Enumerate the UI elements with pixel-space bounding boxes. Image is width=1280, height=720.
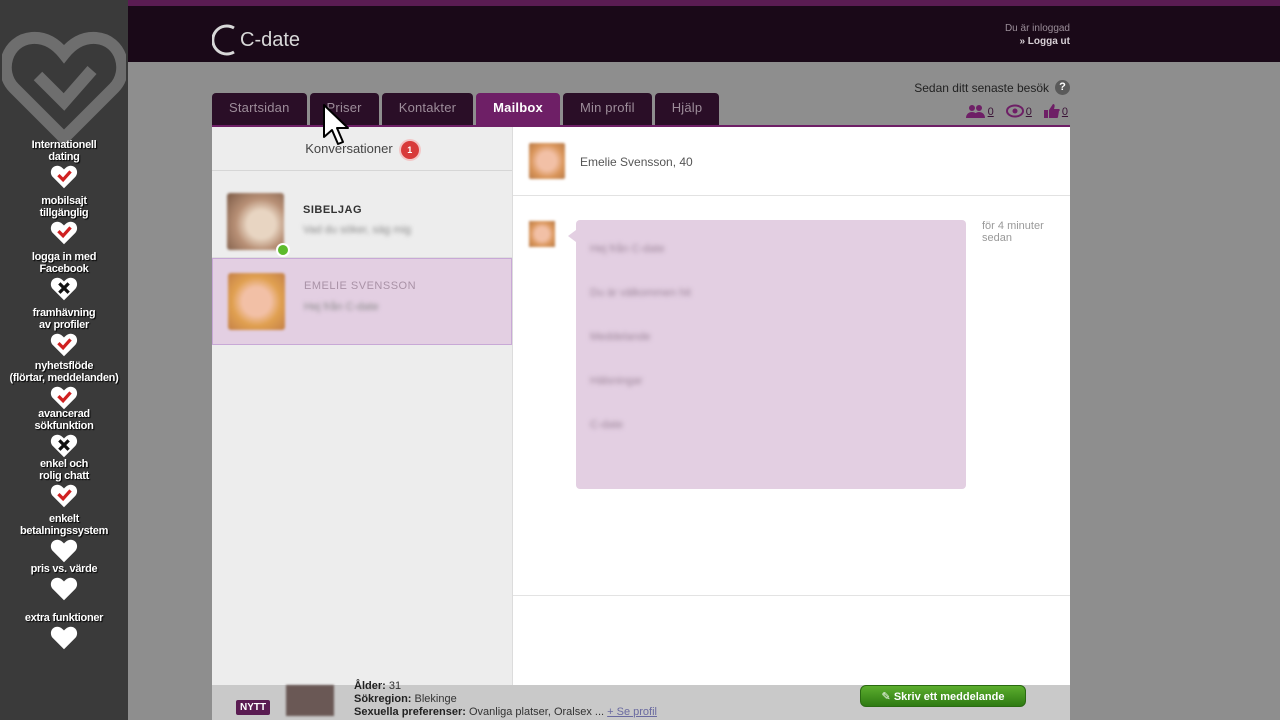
avatar[interactable]: [529, 143, 565, 179]
avatar: [227, 193, 284, 250]
tab-startsidan[interactable]: Startsidan: [212, 93, 307, 125]
tab-kontakter[interactable]: Kontakter: [381, 93, 474, 125]
feature-label: enkel och rolig chatt: [39, 458, 89, 482]
views-count: 0: [1025, 106, 1032, 118]
profile-suggestion: NYTT Ålder: 31 Sökregion: Blekinge Sexue…: [212, 680, 1070, 720]
message-bubble: Hej från C-date Du är välkommen hit Medd…: [568, 220, 966, 489]
feature-item: enkel och rolig chatt: [0, 458, 128, 510]
feature-item: avancerad sökfunktion: [0, 408, 128, 460]
heart-check-logo-icon: [2, 31, 126, 146]
conversation-item[interactable]: SIBELJAG Vad du söker, säg mig: [212, 171, 512, 258]
tab-mailbox[interactable]: Mailbox: [476, 93, 560, 125]
feature-label: nyhetsflöde (flörtar, meddelanden): [9, 360, 119, 384]
heart-icon: [50, 577, 78, 601]
write-message-button[interactable]: ✎ Skriv ett meddelande: [860, 685, 1026, 707]
heart-check-icon: [50, 484, 78, 508]
feature-label: framhävning av profiler: [32, 307, 96, 331]
since-last-visit: Sedan ditt senaste besök ?: [914, 80, 1070, 95]
eye-icon: [1005, 104, 1024, 118]
feature-item: extra funktioner: [0, 612, 128, 652]
tab-hjalp[interactable]: Hjälp: [654, 93, 720, 125]
region-value: Blekinge: [414, 693, 457, 705]
conversation-name: EMELIE SVENSSON: [304, 280, 417, 292]
write-message-label: Skriv ett meddelande: [893, 691, 1005, 703]
mouse-cursor-icon: [323, 104, 349, 145]
feature-label: pris vs. värde: [30, 563, 98, 575]
feature-item: nyhetsflöde (flörtar, meddelanden): [0, 360, 128, 412]
message-sender-avatar: [529, 221, 555, 247]
likes-count: 0: [1061, 106, 1068, 118]
thumbs-up-icon: [1043, 104, 1060, 118]
age-label: Ålder:: [354, 680, 386, 692]
heart-cross-icon: [50, 277, 78, 301]
heart-check-icon: [50, 221, 78, 245]
profile-details: Ålder: 31 Sökregion: Blekinge Sexuella p…: [354, 680, 657, 719]
contacts-icon: [965, 105, 985, 118]
heart-icon: [50, 539, 78, 563]
feature-item: mobilsajt tillgänglig: [0, 195, 128, 247]
heart-check-icon: [50, 165, 78, 189]
site-logo[interactable]: C-date: [212, 22, 308, 56]
logo-text: C-date: [240, 29, 300, 51]
new-badge: NYTT: [236, 700, 271, 715]
heart-cross-icon: [50, 434, 78, 458]
main-navigation: Startsidan Priser Kontakter Mailbox Min …: [212, 93, 720, 125]
since-last-visit-label: Sedan ditt senaste besök: [914, 80, 1049, 95]
message-paragraph: Meddelande: [590, 331, 651, 343]
thread-header: Emelie Svensson, 40: [513, 127, 1070, 196]
age-value: 31: [388, 680, 402, 692]
contacts-count: 0: [987, 106, 994, 118]
tab-min-profil[interactable]: Min profil: [562, 93, 652, 125]
conversation-list: Konversationer 1 SIBELJAG Vad du söker, s…: [212, 127, 513, 685]
conversation-name: SIBELJAG: [303, 204, 363, 216]
contacts-counter[interactable]: 0: [965, 104, 994, 118]
message-paragraph: Du är välkommen hit: [590, 287, 691, 299]
conversation-preview: Hej från C-date: [304, 301, 379, 313]
activity-counters: 0 0 0: [965, 104, 1068, 118]
login-status: Du är inloggad » Logga ut: [1005, 22, 1070, 48]
preferences-value: Ovanliga platser, Oralsex ...: [468, 706, 605, 718]
conversations-header: Konversationer 1: [212, 127, 512, 171]
see-profile-link[interactable]: + Se profil: [607, 706, 657, 718]
message-paragraph: Hälsningar: [590, 375, 643, 387]
pencil-icon: ✎: [881, 691, 891, 703]
message-paragraph: Hej från C-date: [590, 243, 665, 255]
likes-counter[interactable]: 0: [1043, 104, 1068, 118]
feature-item: Internationell dating: [0, 139, 128, 191]
feature-label: logga in med Facebook: [31, 251, 97, 275]
views-counter[interactable]: 0: [1005, 104, 1032, 118]
feature-item: enkelt betalningssystem: [0, 513, 128, 565]
unread-badge: 1: [400, 140, 419, 159]
online-status-icon: [276, 243, 290, 257]
feature-item: framhävning av profiler: [0, 307, 128, 359]
help-icon[interactable]: ?: [1055, 80, 1070, 95]
preferences-label: Sexuella preferenser:: [354, 706, 466, 718]
feature-label: avancerad sökfunktion: [34, 408, 94, 432]
avatar: [228, 273, 285, 330]
message-timestamp: för 4 minuter sedan: [982, 220, 1044, 244]
feature-item: pris vs. värde: [0, 563, 128, 603]
review-sidebar: Internationell dating mobilsajt tillgängl…: [0, 0, 128, 720]
region-label: Sökregion:: [354, 693, 412, 705]
reply-area-divider: [513, 595, 1070, 596]
logout-link[interactable]: » Logga ut: [1005, 35, 1070, 48]
message-paragraph: C-date: [590, 419, 624, 431]
feature-label: mobilsajt tillgänglig: [39, 195, 89, 219]
heart-check-icon: [50, 333, 78, 357]
thread-title[interactable]: Emelie Svensson, 40: [580, 155, 693, 169]
mailbox-panel: Konversationer 1 SIBELJAG Vad du söker, s…: [212, 125, 1070, 685]
feature-label: enkelt betalningssystem: [19, 513, 109, 537]
heart-icon: [50, 626, 78, 650]
conversation-item-selected[interactable]: EMELIE SVENSSON Hej från C-date: [212, 258, 512, 345]
login-status-text: Du är inloggad: [1004, 23, 1070, 34]
message-thread: Emelie Svensson, 40 Hej från C-date Du ä…: [513, 127, 1070, 685]
profile-photo[interactable]: [286, 685, 334, 716]
feature-item: logga in med Facebook: [0, 251, 128, 303]
feature-label: extra funktioner: [24, 612, 104, 624]
feature-label: Internationell dating: [31, 139, 97, 163]
conversation-preview: Vad du söker, säg mig: [303, 224, 412, 236]
